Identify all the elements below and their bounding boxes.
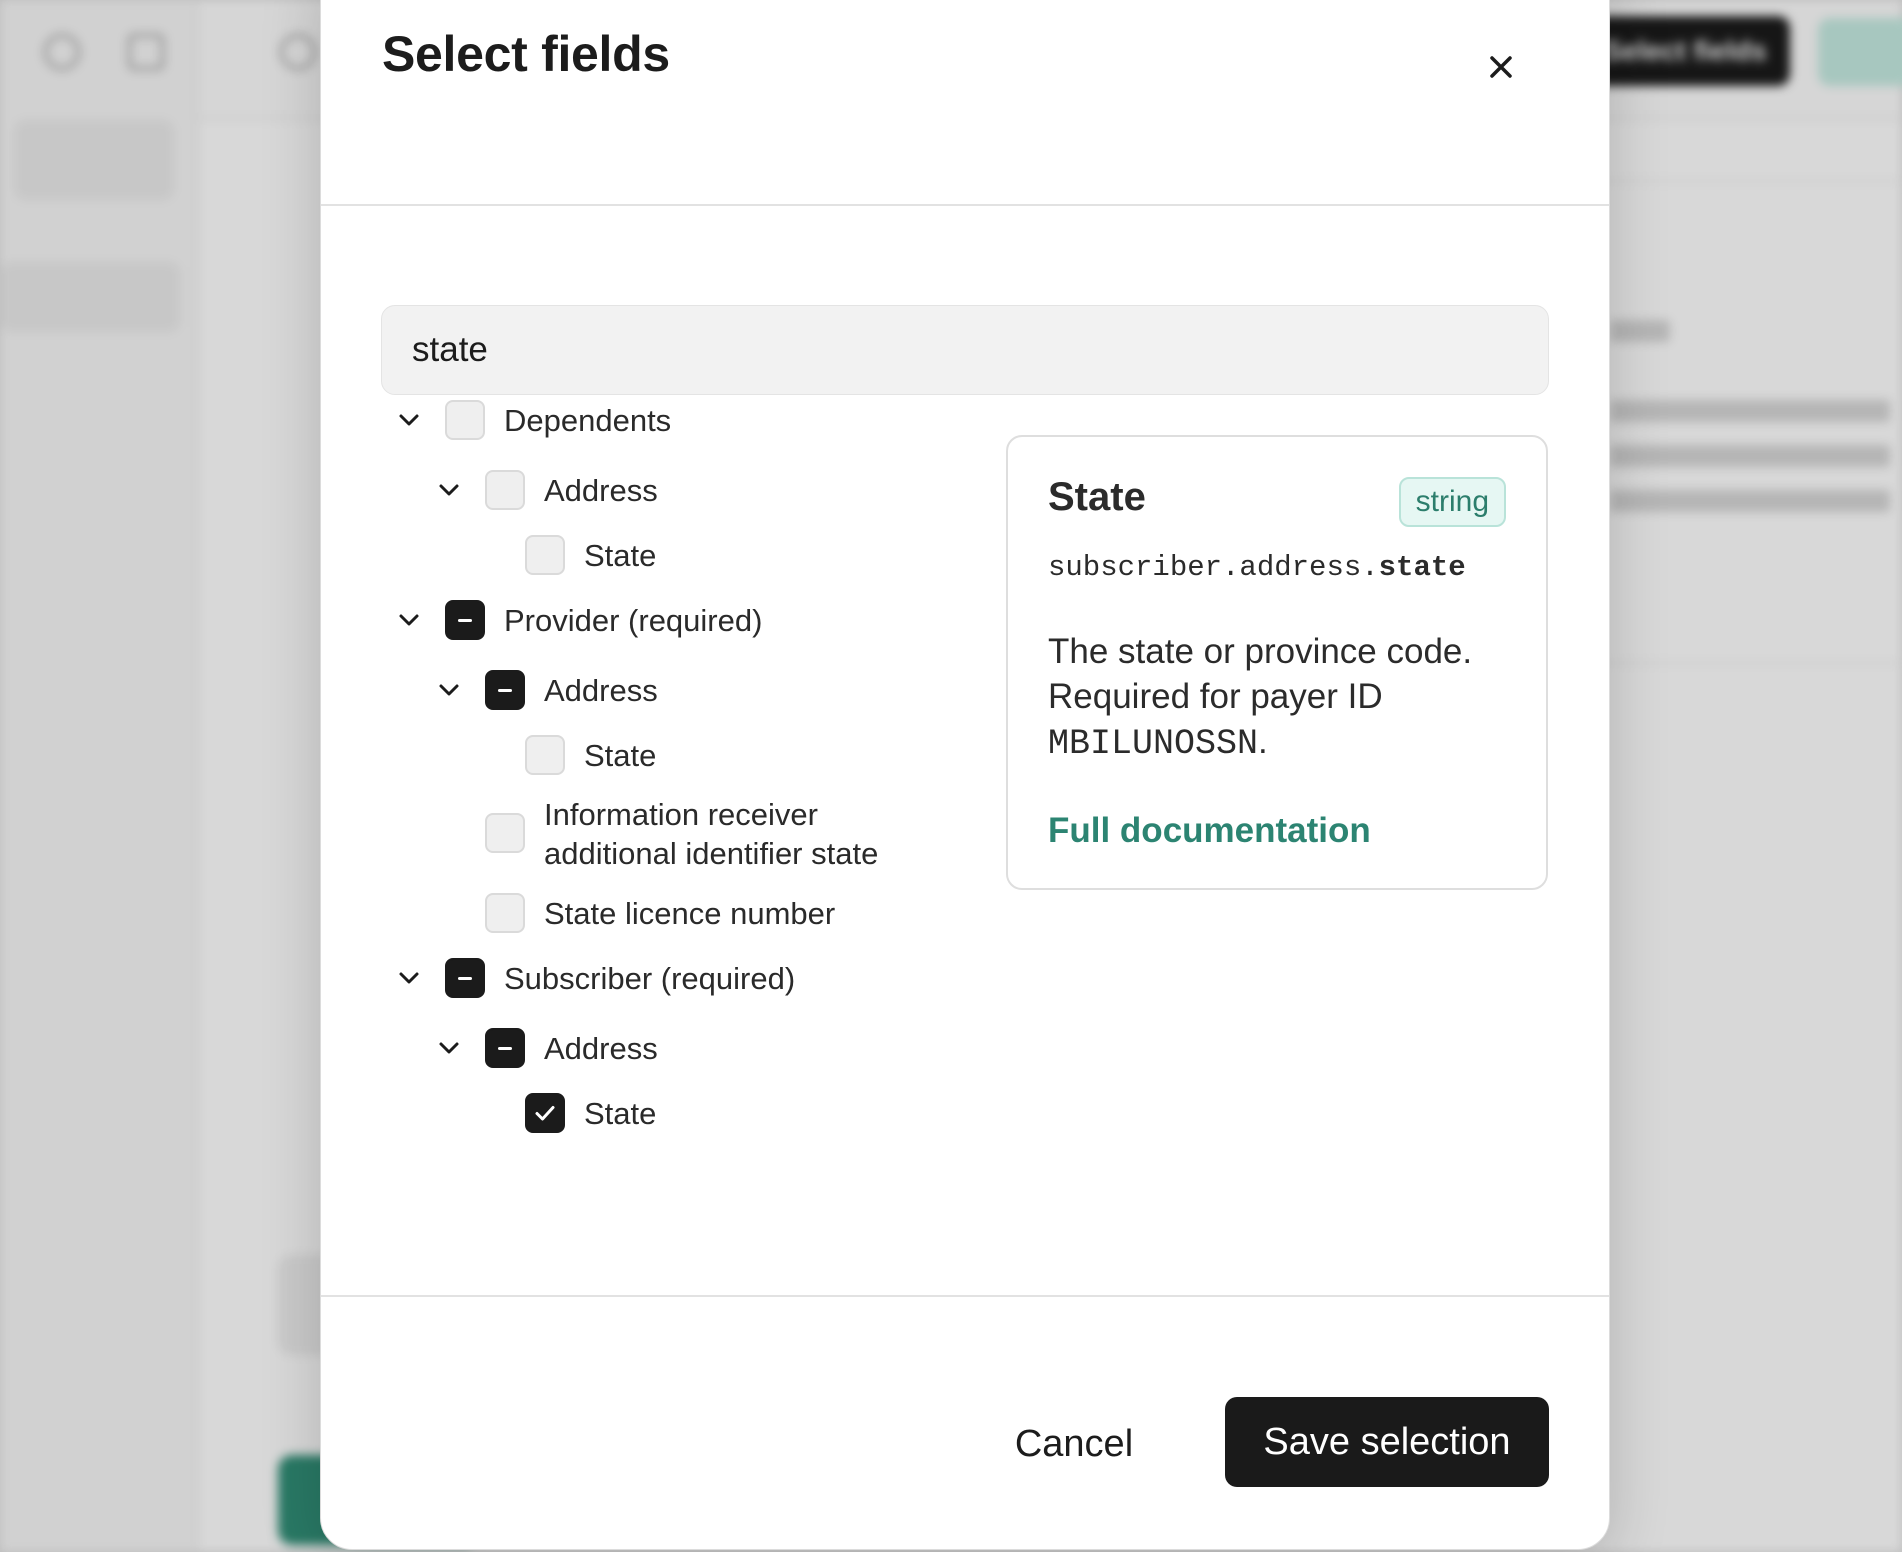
field-detail-title: State [1048, 475, 1146, 519]
close-icon [1490, 56, 1512, 78]
field-path-field: state [1378, 551, 1466, 584]
checkbox-dependents-address-state[interactable] [525, 535, 565, 575]
check-icon [535, 1106, 555, 1121]
tree-label: State licence number [544, 896, 836, 931]
chevron-down-icon[interactable] [391, 960, 427, 996]
tree-label: State [584, 1096, 657, 1131]
field-detail-card: State string subscriber.address.state Th… [1006, 435, 1548, 890]
payer-id-code: MBILUNOSSN [1048, 724, 1259, 764]
checkbox-subscriber-address-state[interactable] [525, 1093, 565, 1133]
modal-title: Select fields [382, 26, 670, 82]
modal-header: Select fields [321, 1, 1609, 206]
checkbox-provider[interactable] [445, 600, 485, 640]
tree-label: Dependents [504, 403, 672, 438]
field-description: The state or province code. Required for… [1048, 629, 1518, 767]
checkbox-state-licence-number[interactable] [485, 893, 525, 933]
checkbox-information-receiver-state[interactable] [485, 813, 525, 853]
tree-label: Address [544, 673, 658, 708]
type-badge: string [1398, 477, 1506, 527]
tree-label: State [584, 738, 657, 773]
tree-label: Address [544, 473, 658, 508]
save-selection-button[interactable]: Save selection [1225, 1397, 1549, 1487]
select-fields-modal: Select fields Dependents Address State P… [320, 0, 1610, 1550]
search-input[interactable] [381, 305, 1549, 395]
chevron-down-icon[interactable] [431, 672, 467, 708]
tree-label: Subscriber (required) [504, 961, 796, 996]
full-documentation-link[interactable]: Full documentation [1048, 811, 1371, 851]
tree-label: Address [544, 1031, 658, 1066]
checkbox-provider-address-state[interactable] [525, 735, 565, 775]
checkbox-dependents[interactable] [445, 400, 485, 440]
field-description-text: The state or province code. Required for… [1048, 632, 1473, 716]
indeterminate-icon [498, 688, 512, 692]
checkbox-subscriber-address[interactable] [485, 1028, 525, 1068]
close-button[interactable] [1473, 39, 1529, 95]
tree-label: State [584, 538, 657, 573]
checkbox-subscriber[interactable] [445, 958, 485, 998]
checkbox-dependents-address[interactable] [485, 470, 525, 510]
field-path: subscriber.address.state [1048, 551, 1466, 584]
tree-label: Provider (required) [504, 603, 763, 638]
chevron-down-icon[interactable] [431, 472, 467, 508]
field-path-prefix: subscriber.address. [1048, 551, 1379, 584]
field-description-suffix: . [1258, 722, 1268, 761]
chevron-down-icon[interactable] [391, 402, 427, 438]
tree-label: Information receiver [544, 797, 818, 832]
indeterminate-icon [458, 976, 472, 980]
chevron-down-icon[interactable] [391, 602, 427, 638]
tree-label-line2: additional identifier state [544, 836, 879, 871]
cancel-button[interactable]: Cancel [989, 1399, 1159, 1489]
checkbox-provider-address[interactable] [485, 670, 525, 710]
chevron-down-icon[interactable] [431, 1030, 467, 1066]
footer-divider [321, 1295, 1609, 1297]
indeterminate-icon [458, 618, 472, 622]
indeterminate-icon [498, 1046, 512, 1050]
